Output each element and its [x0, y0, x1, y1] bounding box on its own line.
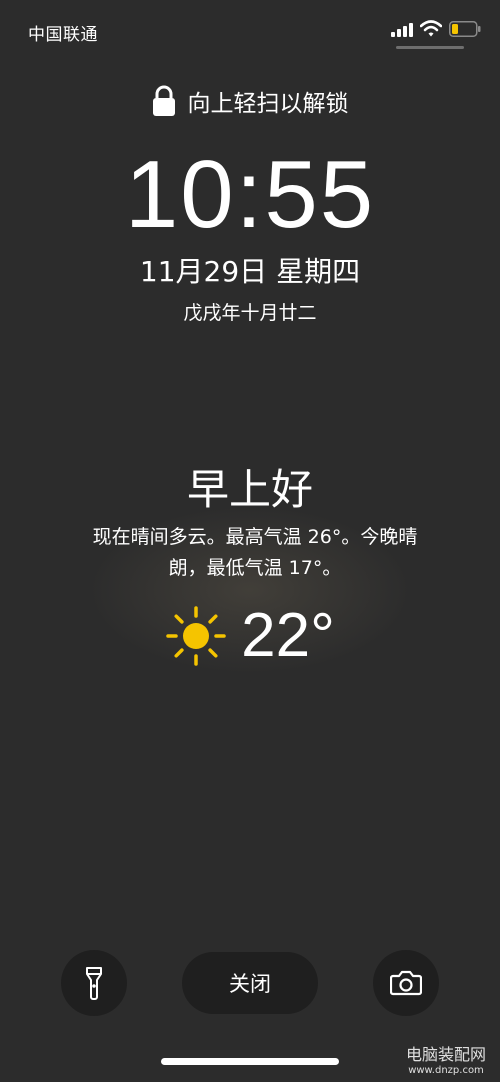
lock-screen: 中国联通 向上轻扫以解锁 10:55 11月29日 星期四 戊戌年十月廿二 早上… — [0, 0, 500, 1082]
flashlight-icon — [86, 967, 102, 1000]
current-weather: 22° — [0, 600, 500, 671]
watermark-main: 电脑装配网 — [405, 1045, 486, 1064]
current-temperature: 22° — [241, 601, 335, 670]
close-button[interactable]: 关闭 — [182, 952, 318, 1014]
weather-forecast: 现在晴间多云。最高气温 26°。今晚晴 朗，最低气温 17°。 — [55, 522, 455, 584]
carrier-name: 中国联通 — [28, 25, 98, 45]
battery-low-icon — [449, 21, 481, 37]
wifi-icon — [420, 20, 442, 37]
watermark: 电脑装配网 www.dnzp.com — [400, 1045, 492, 1077]
swipe-to-unlock[interactable]: 向上轻扫以解锁 — [0, 84, 500, 118]
status-bar: 中国联通 — [0, 0, 500, 52]
home-indicator[interactable] — [161, 1058, 339, 1065]
control-center-indicator[interactable] — [396, 46, 464, 49]
lunar-date: 戊戌年十月廿二 — [183, 302, 317, 324]
forecast-line-2: 朗，最低气温 17°。 — [168, 557, 342, 579]
cellular-signal-icon — [391, 23, 413, 37]
unlock-prompt: 向上轻扫以解锁 — [187, 91, 349, 117]
camera-icon — [390, 970, 422, 996]
lock-icon — [152, 85, 175, 116]
clock-date: 11月29日 星期四 — [139, 255, 361, 288]
camera-button[interactable] — [373, 950, 439, 1016]
sun-icon — [166, 605, 226, 666]
greeting: 早上好 — [186, 465, 313, 514]
flashlight-button[interactable] — [61, 950, 127, 1016]
watermark-sub: www.dnzp.com — [408, 1065, 484, 1076]
clock-time: 10:55 — [124, 141, 376, 248]
forecast-line-1: 现在晴间多云。最高气温 26°。今晚晴 — [92, 526, 418, 548]
